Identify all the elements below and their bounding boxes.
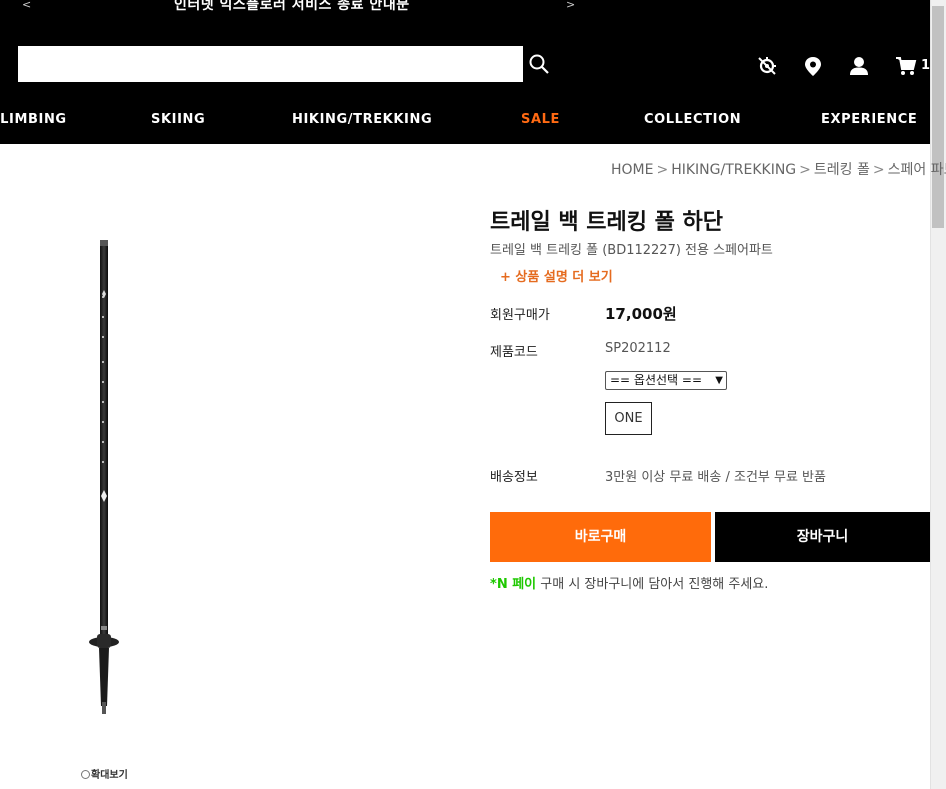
zoom-label: 확대보기 [91,770,128,781]
nav-item-sale[interactable]: SALE [521,112,560,127]
code-label: 제품코드 [490,345,538,360]
scrollbar-thumb[interactable] [932,6,944,228]
option-select[interactable]: == 옵션선택 == ▼ [605,371,727,390]
npay-text: 구매 시 장바구니에 담아서 진행해 주세요. [536,577,769,592]
breadcrumb-spare-part[interactable]: 스페어 파트 [888,162,946,178]
user-icon[interactable] [848,55,870,77]
option-select-value: == 옵션선택 == [610,373,703,387]
notice-banner: < 인터넷 익스플로러 서비스 종료 안내문 > [0,0,930,14]
nav-item-experience[interactable]: EXPERIENCE [821,112,917,127]
breadcrumb-hiking[interactable]: HIKING/TREKKING [671,162,796,178]
product-image[interactable] [80,236,130,722]
breadcrumb-home[interactable]: HOME [611,162,653,178]
notice-text[interactable]: 인터넷 익스플로러 서비스 종료 안내문 [174,0,410,14]
shipping-label: 배송정보 [490,470,538,485]
chevron-down-icon: ▼ [715,375,723,386]
cart-icon[interactable] [895,55,917,77]
option-one-button[interactable]: ONE [605,402,652,435]
magnifier-icon [81,770,90,779]
code-value: SP202112 [605,341,671,356]
price-value: 17,000원 [605,305,677,323]
more-description-link[interactable]: + 상품 설명 더 보기 [500,266,613,285]
npay-star: * [490,577,497,592]
price-label: 회원구매가 [490,308,550,323]
store-locator-icon[interactable] [756,55,778,77]
search-input[interactable] [18,46,523,82]
notice-prev-button[interactable]: < [22,0,31,11]
search-icon[interactable] [528,53,550,75]
breadcrumb-separator: > [656,162,669,178]
buy-now-button[interactable]: 바로구매 [490,512,711,562]
site-header: < 인터넷 익스플로러 서비스 종료 안내문 > 1 CLIMBING SKII… [0,0,930,144]
add-to-cart-button[interactable]: 장바구니 [715,512,930,562]
product-subtitle: 트레일 백 트레킹 폴 (BD112227) 전용 스페어파트 [490,243,773,258]
notice-next-button[interactable]: > [566,0,575,11]
zoom-button[interactable]: 확대보기 [81,766,128,781]
product-title: 트레일 백 트레킹 폴 하단 [490,210,724,235]
shipping-value: 3만원 이상 무료 배송 / 조건부 무료 반품 [605,470,826,485]
npay-notice: *N 페이 구매 시 장바구니에 담아서 진행해 주세요. [490,573,768,592]
nav-item-climbing[interactable]: CLIMBING [0,112,67,127]
breadcrumb: HOME>HIKING/TREKKING>트레킹 폴>스페어 파트 [611,159,946,179]
npay-brand: N 페이 [496,577,537,592]
breadcrumb-separator: > [799,162,811,178]
breadcrumb-separator: > [872,162,885,178]
cart-count-badge: 1 [921,58,931,73]
location-icon[interactable] [802,55,824,77]
main-nav: CLIMBING SKIING HIKING/TREKKING SALE COL… [0,112,930,130]
breadcrumb-trekking-pole[interactable]: 트레킹 폴 [814,162,870,178]
nav-item-collection[interactable]: COLLECTION [644,112,741,127]
nav-item-hiking-trekking[interactable]: HIKING/TREKKING [292,112,432,127]
nav-item-skiing[interactable]: SKIING [151,112,205,127]
